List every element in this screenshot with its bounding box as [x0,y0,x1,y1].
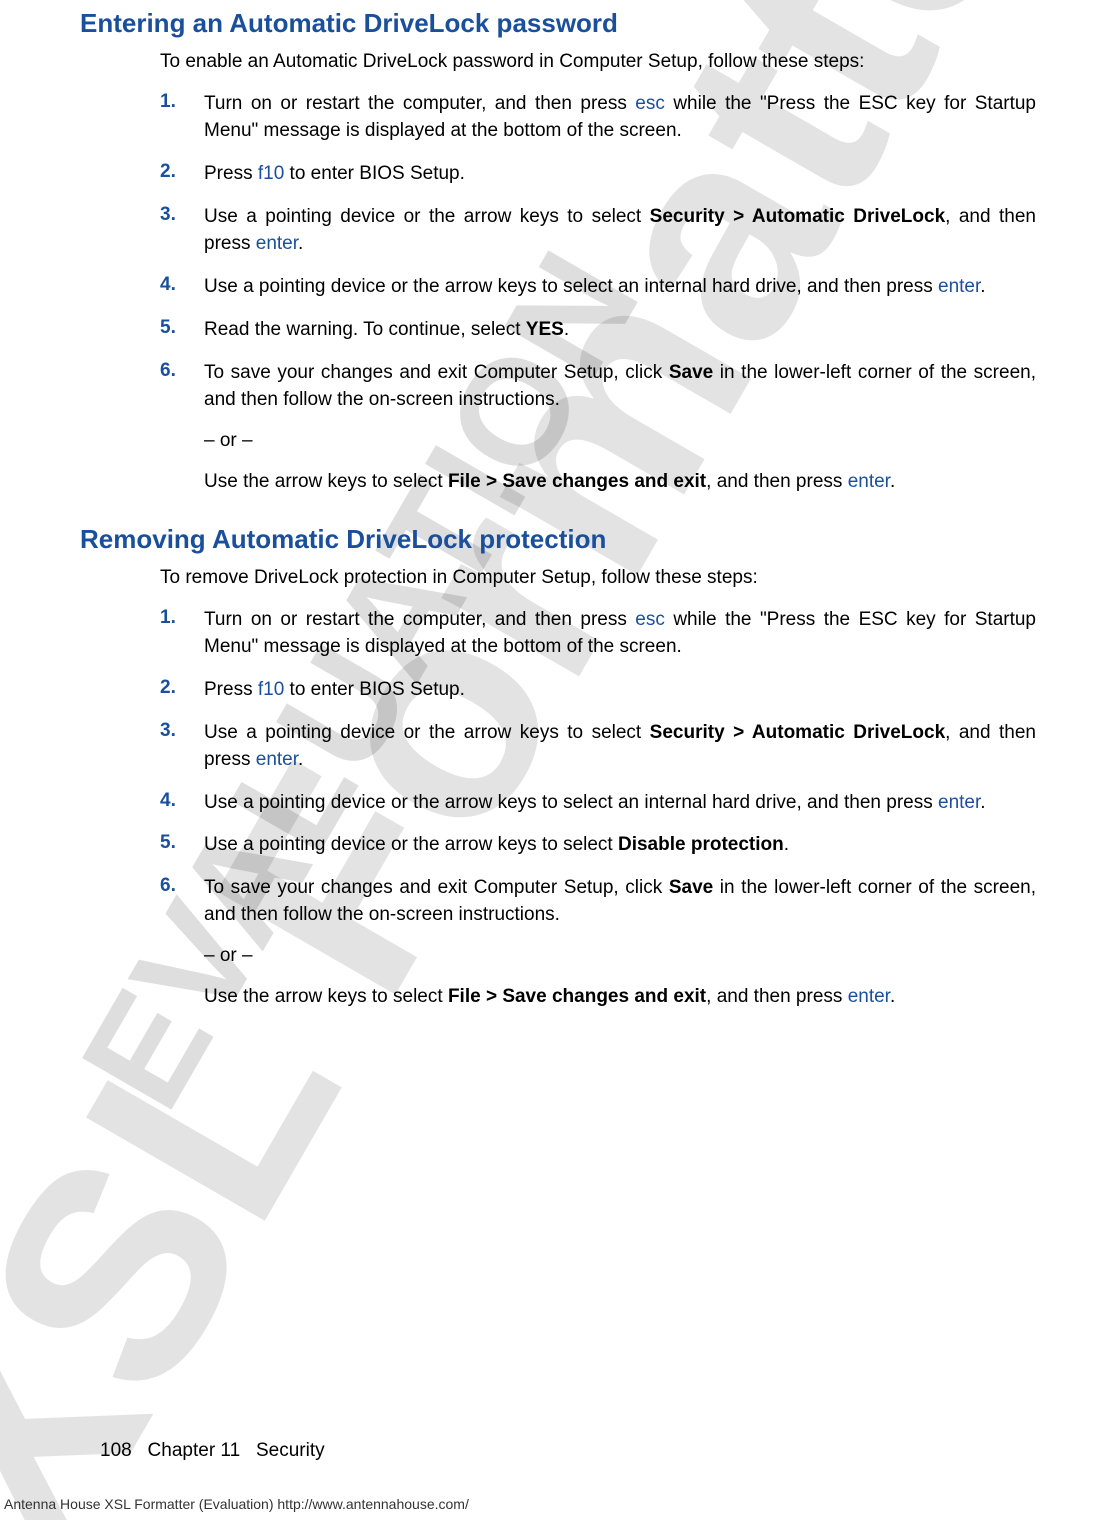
section-intro: To enable an Automatic DriveLock passwor… [160,51,1036,73]
step-body: Turn on or restart the computer, and the… [204,607,1036,661]
step-item: 2.Press f10 to enter BIOS Setup. [160,677,1036,704]
step-item: 2.Press f10 to enter BIOS Setup. [160,161,1036,188]
section-heading: Removing Automatic DriveLock protection [80,524,1036,555]
step-item: 3.Use a pointing device or the arrow key… [160,720,1036,774]
step-item: 4.Use a pointing device or the arrow key… [160,790,1036,817]
step-number: 3. [160,204,204,226]
step-number: 3. [160,720,204,742]
footer-eval: Antenna House XSL Formatter (Evaluation)… [4,1496,469,1512]
step-number: 5. [160,832,204,854]
step-item: 5.Use a pointing device or the arrow key… [160,832,1036,859]
step-number: 2. [160,161,204,183]
step-number: 2. [160,677,204,699]
step-item: 4.Use a pointing device or the arrow key… [160,274,1036,301]
step-number: 6. [160,360,204,382]
footer-chapter: 108 Chapter 11 Security [100,1440,325,1462]
section-intro: To remove DriveLock protection in Comput… [160,567,1036,589]
steps-list: 1.Turn on or restart the computer, and t… [160,607,1036,1012]
step-body: Use a pointing device or the arrow keys … [204,204,1036,258]
step-body: Use a pointing device or the arrow keys … [204,790,1036,817]
step-body: Press f10 to enter BIOS Setup. [204,161,1036,188]
step-number: 5. [160,317,204,339]
step-item: 6.To save your changes and exit Computer… [160,875,1036,1011]
step-number: 4. [160,274,204,296]
step-body: Press f10 to enter BIOS Setup. [204,677,1036,704]
step-item: 6.To save your changes and exit Computer… [160,360,1036,496]
step-body: Read the warning. To continue, select YE… [204,317,1036,344]
step-body: To save your changes and exit Computer S… [204,360,1036,496]
step-item: 5.Read the warning. To continue, select … [160,317,1036,344]
steps-list: 1.Turn on or restart the computer, and t… [160,91,1036,496]
step-body: Use a pointing device or the arrow keys … [204,274,1036,301]
step-body: Turn on or restart the computer, and the… [204,91,1036,145]
step-number: 1. [160,91,204,113]
chapter-title: Security [256,1440,325,1461]
step-body: To save your changes and exit Computer S… [204,875,1036,1011]
step-number: 1. [160,607,204,629]
step-body: Use a pointing device or the arrow keys … [204,720,1036,774]
step-number: 6. [160,875,204,897]
chapter-label: Chapter 11 [148,1440,241,1461]
section-heading: Entering an Automatic DriveLock password [80,8,1036,39]
step-item: 1.Turn on or restart the computer, and t… [160,607,1036,661]
step-body: Use a pointing device or the arrow keys … [204,832,1036,859]
page-number: 108 [100,1440,132,1461]
step-number: 4. [160,790,204,812]
step-item: 1.Turn on or restart the computer, and t… [160,91,1036,145]
step-item: 3.Use a pointing device or the arrow key… [160,204,1036,258]
